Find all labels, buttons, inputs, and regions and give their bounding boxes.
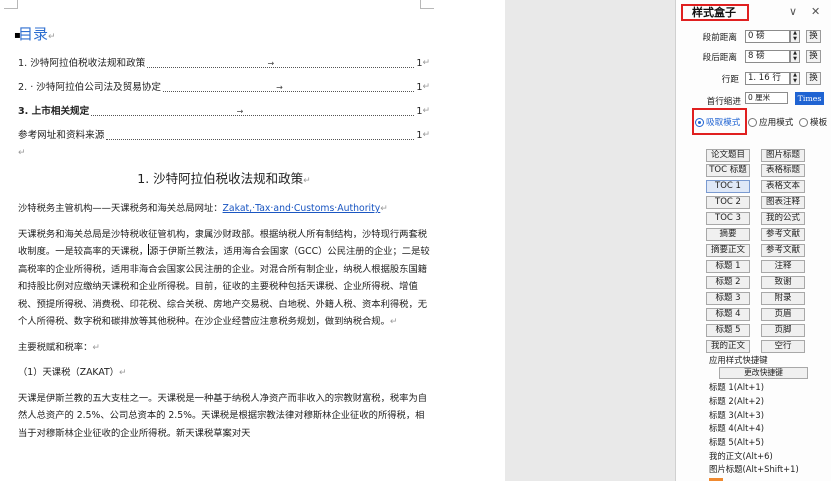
style-button-active[interactable]: TOC 1: [706, 180, 750, 193]
style-button[interactable]: 表格文本: [761, 180, 805, 193]
toc-leader: [106, 139, 415, 140]
shortcut-item[interactable]: 标题 5(Alt+5): [709, 437, 764, 448]
line-spacing-row: 行距: [676, 71, 739, 87]
font-times-button[interactable]: Times: [795, 92, 824, 105]
style-box-panel: 样式盒子 ∨ ✕ 段前距离 0 磅 ▲ ▼ 换 段后距离 8 磅 ▲ ▼ 换 行距 …: [675, 0, 831, 481]
absorb-mode-radio[interactable]: 吸取模式: [695, 116, 740, 128]
body-paragraph: 天课是伊斯兰教的五大支柱之一。天课税是一种基于纳税人净资产而非收入的宗教财富税，…: [18, 392, 428, 439]
workspace-gutter: [505, 0, 675, 481]
style-button[interactable]: 我的公式: [761, 212, 805, 225]
space-before-label: 段前距离: [702, 33, 737, 43]
style-button[interactable]: TOC 3: [706, 212, 750, 225]
apply-mode-radio[interactable]: 应用模式: [748, 116, 793, 128]
toc-leader: →: [147, 59, 415, 68]
toc-entry[interactable]: 参考网址和资料来源 1 ↵: [18, 120, 430, 144]
style-button[interactable]: 空行: [761, 340, 805, 353]
toc-entry-text: 1. 沙特阿拉伯税收法规和政策: [18, 58, 146, 69]
heading-1: 1. 沙特阿拉伯税收法规和政策↵: [137, 171, 311, 186]
authority-link[interactable]: Zakat,·Tax·and·Customs·Authority: [223, 203, 381, 214]
space-after-stepper[interactable]: ▲ ▼: [790, 50, 800, 63]
empty-paragraph: ↵: [18, 148, 26, 158]
page-corner-mark-left: [4, 0, 18, 9]
line-spacing-label: 行距: [721, 75, 739, 85]
first-indent-label: 首行缩进: [706, 97, 741, 107]
toc-leader: →: [91, 107, 415, 116]
style-button[interactable]: TOC 2: [706, 196, 750, 209]
space-before-row: 段前距离: [676, 29, 737, 45]
style-button[interactable]: 注释: [761, 260, 805, 273]
style-button[interactable]: 致谢: [761, 276, 805, 289]
tab-arrow-icon: →: [236, 107, 244, 116]
body-paragraph: 沙特税务主管机构——天课税务和海关总局网址：Zakat,·Tax·and·Cus…: [18, 203, 388, 214]
style-button[interactable]: 参考文献: [761, 228, 805, 241]
document-page[interactable]: ▪ 目录↵ 1. 沙特阿拉伯税收法规和政策 → 1 ↵ 2. · 沙特阿拉伯公司法…: [14, 24, 430, 449]
swap-button[interactable]: 换: [806, 30, 821, 43]
shortcut-header: 应用样式快捷键: [709, 355, 768, 365]
toc-entry-text: 3. 上市相关规定: [18, 106, 90, 117]
swap-button[interactable]: 换: [806, 72, 821, 85]
style-button[interactable]: 摘要正文: [706, 244, 750, 257]
style-button[interactable]: 图片标题: [761, 149, 805, 162]
radio-selected-icon: [695, 117, 704, 127]
change-shortcut-button[interactable]: 更改快捷键: [719, 367, 808, 379]
tab-arrow-icon: →: [267, 59, 275, 68]
line-spacing-stepper[interactable]: ▲ ▼: [790, 72, 800, 85]
style-button[interactable]: 图表注释: [761, 196, 805, 209]
shortcut-item[interactable]: 我的正文(Alt+6): [709, 451, 773, 462]
tab-arrow-icon: →: [276, 83, 283, 92]
toc-entry[interactable]: 2. · 沙特阿拉伯公司法及贸易协定 → 1 ↵: [18, 72, 430, 96]
style-button[interactable]: 页脚: [761, 324, 805, 337]
body-paragraph: 天课税务和海关总局是沙特税收征管机构，隶属沙财政部。根据纳税人所有制结构，沙特现…: [18, 228, 430, 328]
bullet-mark: ▪: [14, 30, 21, 41]
style-button[interactable]: 论文题目: [706, 149, 750, 162]
space-before-stepper[interactable]: ▲ ▼: [790, 30, 800, 43]
shortcut-item[interactable]: 标题 4(Alt+4): [709, 423, 764, 434]
swap-button[interactable]: 换: [806, 50, 821, 63]
toc-entry[interactable]: 3. 上市相关规定 → 1 ↵: [18, 96, 430, 120]
style-button[interactable]: 页眉: [761, 308, 805, 321]
style-button[interactable]: 标题 2: [706, 276, 750, 289]
line-spacing-input[interactable]: 1. 16 行: [745, 72, 790, 85]
style-button[interactable]: 摘要: [706, 228, 750, 241]
shortcut-item[interactable]: 标题 1(Alt+1): [709, 382, 764, 393]
radio-unselected-icon: [748, 117, 757, 127]
first-indent-input[interactable]: 0 厘米: [745, 92, 788, 104]
absorb-mode-label: 吸取模式: [706, 118, 741, 128]
space-after-row: 段后距离: [676, 49, 737, 65]
toc-entry[interactable]: 1. 沙特阿拉伯税收法规和政策 → 1 ↵: [18, 48, 430, 72]
shortcut-item[interactable]: 标题 2(Alt+2): [709, 396, 764, 407]
style-button[interactable]: 表格标题: [761, 164, 805, 177]
space-before-input[interactable]: 0 磅: [745, 30, 790, 43]
first-indent-row: 首行缩进: [676, 93, 741, 109]
close-icon[interactable]: ✕: [811, 5, 820, 18]
style-button[interactable]: TOC 标题: [706, 164, 750, 177]
toc-entry-text: 参考网址和资料来源: [18, 130, 105, 141]
panel-title: 样式盒子: [681, 4, 749, 21]
style-button[interactable]: 标题 3: [706, 292, 750, 305]
template-mode-radio[interactable]: 模板: [799, 116, 827, 128]
chevron-down-icon[interactable]: ∨: [789, 5, 797, 18]
radio-unselected-icon: [799, 117, 808, 127]
style-button[interactable]: 参考文献: [761, 244, 805, 257]
template-mode-label: 模板: [810, 118, 828, 128]
style-button[interactable]: 我的正文: [706, 340, 750, 353]
toc-entry-text: 2. · 沙特阿拉伯公司法及贸易协定: [18, 82, 162, 93]
space-after-input[interactable]: 8 磅: [745, 50, 790, 63]
shortcut-item[interactable]: 标题 3(Alt+3): [709, 410, 764, 421]
shortcut-item[interactable]: 图片标题(Alt+Shift+1): [709, 464, 799, 475]
style-button[interactable]: 标题 4: [706, 308, 750, 321]
style-button[interactable]: 标题 1: [706, 260, 750, 273]
toc-title: ▪ 目录↵: [14, 24, 430, 48]
body-paragraph: （1）天课税（ZAKAT）↵: [18, 367, 127, 378]
body-paragraph: 主要税赋和税率：↵: [18, 341, 100, 353]
panel-header: 样式盒子 ∨ ✕: [676, 0, 831, 24]
apply-mode-label: 应用模式: [759, 118, 794, 128]
space-after-label: 段后距离: [702, 53, 737, 63]
toc-leader: →: [163, 83, 415, 92]
style-button[interactable]: 附录: [761, 292, 805, 305]
document-area[interactable]: ▪ 目录↵ 1. 沙特阿拉伯税收法规和政策 → 1 ↵ 2. · 沙特阿拉伯公司法…: [0, 0, 505, 481]
style-button[interactable]: 标题 5: [706, 324, 750, 337]
page-corner-mark-right: [420, 0, 434, 9]
